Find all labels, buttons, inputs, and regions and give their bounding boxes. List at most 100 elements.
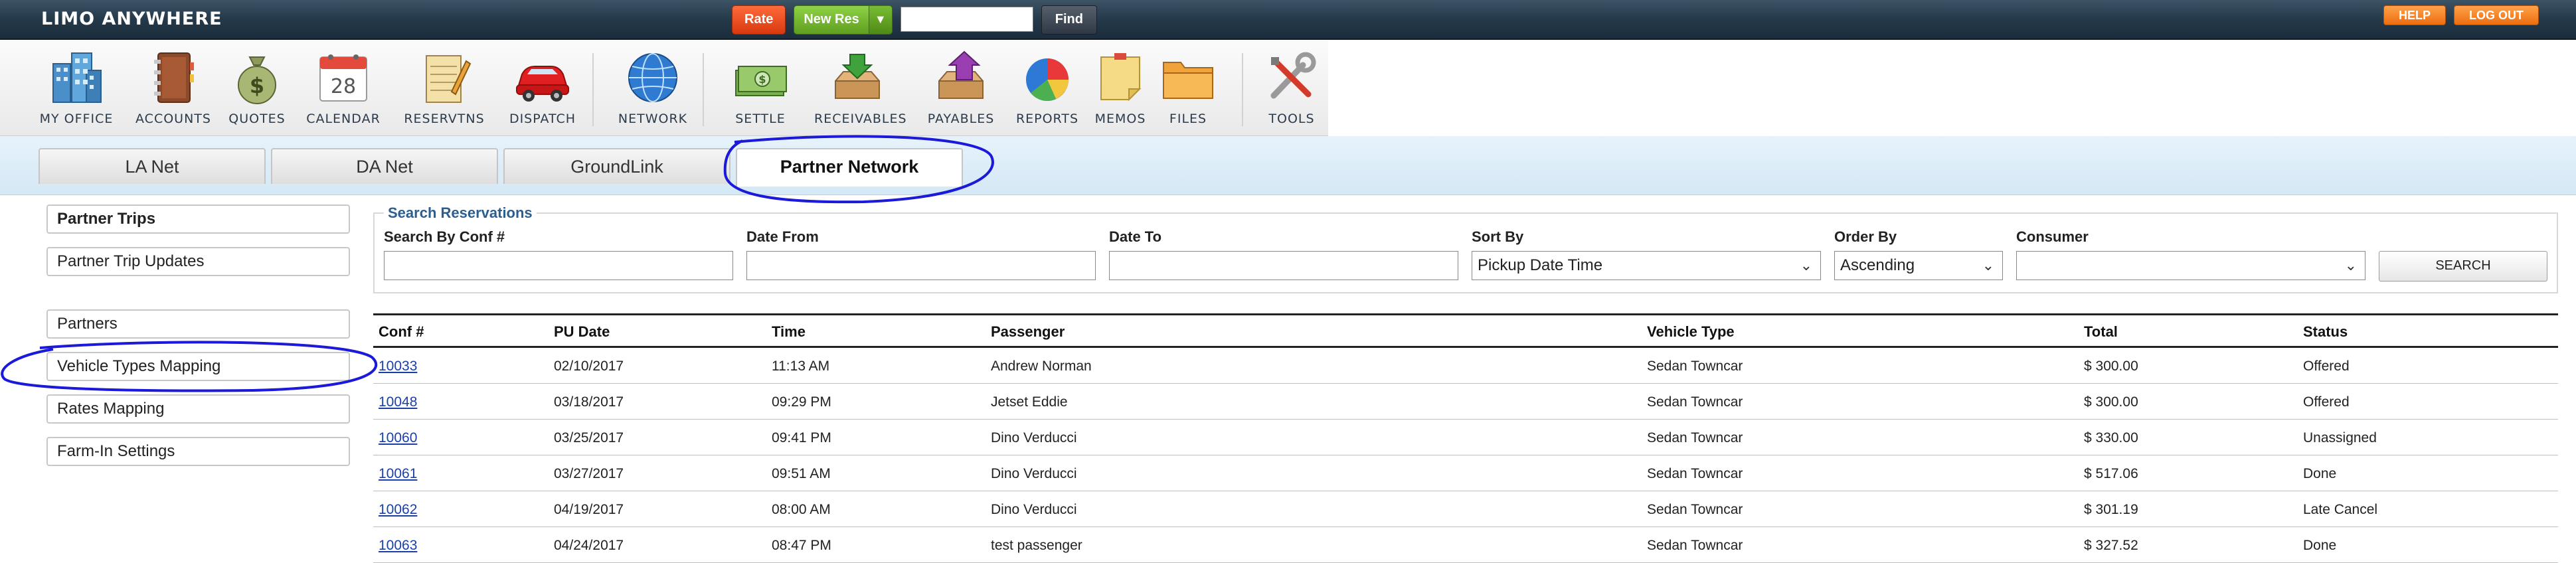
toolbar-item-tools[interactable]: TOOLS: [1248, 48, 1335, 126]
quick-search-input[interactable]: [900, 7, 1033, 32]
tab-la-net[interactable]: LA Net: [39, 148, 266, 184]
time-cell: 09:51 AM: [772, 466, 831, 481]
sidebar-item-partners[interactable]: Partners: [46, 309, 350, 339]
conf-link[interactable]: 10033: [379, 359, 417, 374]
order-by-value: Ascending: [1840, 256, 1915, 274]
conf-input[interactable]: [384, 251, 733, 280]
chevron-down-icon: ⌄: [1982, 257, 1994, 274]
passenger-cell: Dino Verducci: [991, 502, 1077, 517]
toolbar-item-reservations[interactable]: RESERVTNS: [401, 48, 487, 126]
toolbar-item-label: TOOLS: [1268, 112, 1315, 126]
sticky-note-icon: [1090, 48, 1150, 108]
toolbar-item-network[interactable]: NETWORK: [610, 48, 696, 126]
status-cell: Late Cancel: [2303, 502, 2378, 517]
toolbar-item-label: SETTLE: [735, 112, 786, 126]
results-table: Conf # PU Date Time Passenger Vehicle Ty…: [373, 313, 2558, 563]
pu-date-cell: 04/24/2017: [554, 538, 624, 553]
col-vehicle-type[interactable]: Vehicle Type: [1647, 323, 1735, 341]
globe-icon: [623, 48, 683, 108]
status-cell: Done: [2303, 466, 2337, 481]
toolbar-item-payables[interactable]: PAYABLES: [918, 48, 1004, 126]
sort-by-select[interactable]: Pickup Date Time ⌄: [1472, 251, 1821, 280]
passenger-cell: Jetset Eddie: [991, 394, 1068, 410]
sidebar-item-partner-trip-updates[interactable]: Partner Trip Updates: [46, 247, 350, 276]
svg-text:$: $: [758, 73, 766, 86]
tab-partner-network[interactable]: Partner Network: [736, 148, 963, 187]
new-res-label[interactable]: New Res: [794, 6, 869, 34]
table-row[interactable]: 10061 03/27/2017 09:51 AM Dino Verducci …: [373, 455, 2558, 491]
total-cell: $ 300.00: [2084, 359, 2138, 374]
logout-button[interactable]: LOG OUT: [2454, 5, 2539, 25]
total-cell: $ 300.00: [2084, 394, 2138, 410]
toolbar-item-label: CALENDAR: [306, 112, 381, 126]
toolbar-item-settle[interactable]: $ SETTLE: [717, 48, 804, 126]
table-row[interactable]: 10033 02/10/2017 11:13 AM Andrew Norman …: [373, 348, 2558, 384]
sidebar-item-partner-trips[interactable]: Partner Trips: [46, 204, 350, 234]
table-row[interactable]: 10060 03/25/2017 09:41 PM Dino Verducci …: [373, 420, 2558, 455]
pu-date-cell: 03/27/2017: [554, 466, 624, 481]
order-by-select[interactable]: Ascending ⌄: [1834, 251, 2003, 280]
chevron-down-icon: ⌄: [1800, 257, 1812, 274]
help-button[interactable]: HELP: [2383, 5, 2446, 25]
toolbar-item-calendar[interactable]: 28 CALENDAR: [300, 48, 386, 126]
conf-link[interactable]: 10048: [379, 394, 417, 410]
toolbar-separator: [1242, 53, 1243, 126]
table-row[interactable]: 10063 04/24/2017 08:47 PM test passenger…: [373, 527, 2558, 563]
consumer-select[interactable]: ⌄: [2016, 251, 2365, 280]
vehicle-type-cell: Sedan Towncar: [1647, 466, 1743, 481]
col-passenger[interactable]: Passenger: [991, 323, 1065, 341]
tools-icon: [1262, 48, 1322, 108]
find-button[interactable]: Find: [1041, 5, 1097, 35]
table-row[interactable]: 10048 03/18/2017 09:29 PM Jetset Eddie S…: [373, 384, 2558, 420]
table-header: Conf # PU Date Time Passenger Vehicle Ty…: [373, 313, 2558, 348]
status-cell: Offered: [2303, 394, 2350, 410]
passenger-cell: test passenger: [991, 538, 1082, 553]
total-cell: $ 517.06: [2084, 466, 2138, 481]
vehicle-type-cell: Sedan Towncar: [1647, 359, 1743, 374]
date-from-input[interactable]: [746, 251, 1096, 280]
address-book-icon: [143, 48, 203, 108]
app-logo: LIMO ANYWHERE: [41, 9, 222, 29]
search-button[interactable]: SEARCH: [2379, 251, 2547, 282]
col-conf[interactable]: Conf #: [379, 323, 424, 341]
col-status[interactable]: Status: [2303, 323, 2348, 341]
sidebar-item-rates-mapping[interactable]: Rates Mapping: [46, 394, 350, 424]
sort-by-value: Pickup Date Time: [1478, 256, 1603, 274]
toolbar-item-label: RECEIVABLES: [814, 112, 907, 126]
rate-button[interactable]: Rate: [732, 5, 786, 35]
toolbar-item-label: MY OFFICE: [39, 112, 114, 126]
toolbar-item-label: FILES: [1169, 112, 1207, 126]
toolbar-separator: [592, 53, 594, 126]
toolbar-item-accounts[interactable]: ACCOUNTS: [130, 48, 216, 126]
total-cell: $ 301.19: [2084, 502, 2138, 517]
toolbar-item-dispatch[interactable]: DISPATCH: [499, 48, 586, 126]
chevron-down-icon[interactable]: ▼: [868, 6, 892, 34]
conf-link[interactable]: 10060: [379, 430, 417, 446]
col-pu-date[interactable]: PU Date: [554, 323, 610, 341]
date-to-input[interactable]: [1109, 251, 1458, 280]
conf-link[interactable]: 10061: [379, 466, 417, 482]
tab-groundlink[interactable]: GroundLink: [503, 148, 730, 184]
col-total[interactable]: Total: [2084, 323, 2118, 341]
tab-da-net[interactable]: DA Net: [271, 148, 498, 184]
toolbar-item-quotes[interactable]: $ QUOTES: [214, 48, 300, 126]
vehicle-type-cell: Sedan Towncar: [1647, 502, 1743, 517]
sort-by-label: Sort By: [1472, 228, 1524, 245]
toolbar-item-files[interactable]: FILES: [1145, 48, 1231, 126]
vehicle-type-cell: Sedan Towncar: [1647, 394, 1743, 410]
notepad-icon: [414, 48, 474, 108]
sidebar-item-vehicle-types-mapping[interactable]: Vehicle Types Mapping: [46, 352, 350, 381]
total-cell: $ 327.52: [2084, 538, 2138, 553]
toolbar-item-receivables[interactable]: RECEIVABLES: [814, 48, 907, 126]
col-time[interactable]: Time: [772, 323, 806, 341]
toolbar-item-label: ACCOUNTS: [135, 112, 211, 126]
search-legend: Search Reservations: [384, 204, 537, 222]
search-reservations-panel: Search Reservations Search By Conf # Dat…: [373, 204, 2558, 293]
sidebar-item-farm-in-settings[interactable]: Farm-In Settings: [46, 437, 350, 466]
new-res-button[interactable]: New Res ▼: [794, 5, 893, 35]
conf-link[interactable]: 10062: [379, 502, 417, 518]
table-row[interactable]: 10062 04/19/2017 08:00 AM Dino Verducci …: [373, 491, 2558, 527]
cash-icon: $: [730, 48, 790, 108]
toolbar-item-my-office[interactable]: MY OFFICE: [33, 48, 120, 126]
conf-link[interactable]: 10063: [379, 538, 417, 554]
